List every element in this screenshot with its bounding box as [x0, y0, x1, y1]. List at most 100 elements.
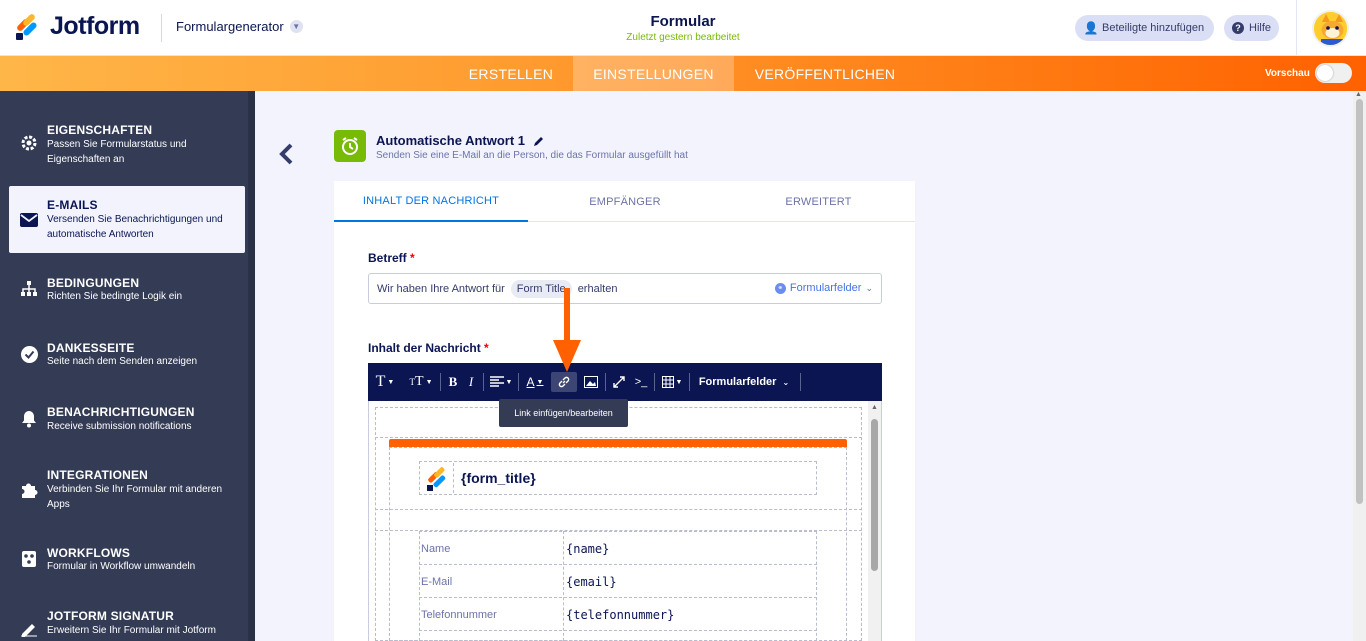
- frame-line: [563, 531, 564, 641]
- message-label-text: Inhalt der Nachricht: [368, 341, 481, 355]
- toolbar-form-fields-dropdown[interactable]: Formularfelder ⌄: [696, 372, 792, 392]
- field-value-name: {name}: [566, 542, 610, 556]
- add-participants-label: Beteiligte hinzufügen: [1102, 22, 1205, 34]
- field-value-phone: {telefonnummer}: [566, 608, 675, 622]
- field-value-email: {email}: [566, 575, 617, 589]
- chevron-down-icon: ⌄: [865, 282, 873, 293]
- image-icon[interactable]: [582, 372, 600, 392]
- toolbar-form-fields-label: Formularfelder: [698, 376, 777, 388]
- back-button[interactable]: [276, 142, 296, 166]
- sidebar-item-title: JOTFORM SIGNATUR: [47, 609, 174, 623]
- font-family-button[interactable]: T ▼: [374, 372, 396, 392]
- subject-form-fields-dropdown[interactable]: ⚭ Formularfelder ⌄: [774, 282, 873, 294]
- sidebar-item-desc: Passen Sie Formularstatus und Eigenschaf…: [47, 139, 187, 165]
- bell-icon: [19, 409, 39, 429]
- main-scrollbar[interactable]: ▲: [1353, 91, 1366, 641]
- tab-advanced[interactable]: ERWEITERT: [722, 181, 915, 222]
- subject-suffix: erhalten: [577, 282, 618, 295]
- tab-settings[interactable]: EINSTELLUNGEN: [573, 56, 734, 91]
- align-button[interactable]: ▼: [488, 372, 514, 392]
- autoresponder-title: Automatische Antwort 1: [376, 133, 545, 148]
- sidebar-item-title: BENACHRICHTIGUNGEN: [47, 405, 195, 419]
- editor-scroll-thumb[interactable]: [871, 419, 878, 571]
- toolbar-separator: [654, 373, 655, 391]
- table-icon[interactable]: ▼: [660, 372, 684, 392]
- rich-text-toolbar: T ▼ T T ▼ B I ▼ A ▼ >_ ▼ Formularfelder ⌄: [368, 363, 882, 401]
- annotation-arrow-icon: [553, 288, 581, 374]
- required-marker: *: [410, 251, 415, 265]
- gear-icon: [19, 133, 39, 153]
- jotform-logo[interactable]: Jotform: [15, 12, 140, 41]
- form-title[interactable]: Formular: [583, 13, 783, 30]
- editor-scrollbar[interactable]: ▲: [868, 401, 881, 641]
- text-color-button[interactable]: A ▼: [524, 372, 546, 392]
- source-code-icon[interactable]: >_: [632, 372, 650, 392]
- font-size-button[interactable]: T T ▼: [408, 372, 434, 392]
- main-scroll-thumb[interactable]: [1356, 99, 1363, 504]
- preview-toggle[interactable]: [1315, 63, 1352, 83]
- envelope-icon: [19, 210, 39, 230]
- message-editor[interactable]: {form_title} Name {name} E-Mail {email} …: [368, 401, 882, 641]
- help-button[interactable]: ? Hilfe: [1224, 15, 1280, 41]
- message-label: Inhalt der Nachricht *: [368, 341, 489, 355]
- last-edited-status: Zuletzt gestern bearbeitet: [626, 32, 740, 43]
- tab-recipients[interactable]: EMPFÄNGER: [528, 181, 722, 222]
- question-icon: ?: [1232, 22, 1244, 34]
- add-participants-button[interactable]: 👤 Beteiligte hinzufügen: [1075, 15, 1215, 41]
- sidebar-item-desc: Receive submission notifications: [47, 421, 192, 432]
- sidebar-item-notifications[interactable]: BENACHRICHTIGUNGEN Receive submission no…: [9, 395, 245, 450]
- form-generator-dropdown[interactable]: Formulargenerator ▼: [176, 19, 303, 34]
- settings-sidebar: EIGENSCHAFTEN Passen Sie Formularstatus …: [0, 91, 255, 641]
- scroll-up-icon[interactable]: ▲: [871, 404, 878, 411]
- sidebar-item-workflows[interactable]: WORKFLOWS Formular in Workflow umwandeln: [9, 537, 245, 587]
- sidebar-item-desc: Verbinden Sie Ihr Formular mit anderen A…: [47, 484, 223, 510]
- subject-input[interactable]: Wir haben Ihre Antwort für Form Title er…: [368, 273, 882, 304]
- tab-message-content[interactable]: INHALT DER NACHRICHT: [334, 181, 528, 222]
- sidebar-item-thankyou[interactable]: DANKESSEITE Seite nach dem Senden anzeig…: [9, 332, 245, 382]
- subject-prefix: Wir haben Ihre Antwort für: [377, 282, 505, 295]
- sidebar-item-emails[interactable]: E-MAILS Versenden Sie Benachrichtigungen…: [9, 186, 245, 253]
- pencil-icon[interactable]: [533, 135, 545, 147]
- frame-line: [453, 463, 454, 493]
- fullscreen-icon[interactable]: [610, 372, 628, 392]
- link-tooltip: Link einfügen/bearbeiten: [499, 399, 628, 427]
- field-label-phone: Telefonnummer: [421, 609, 497, 621]
- field-label-email: E-Mail: [421, 576, 453, 588]
- insert-link-button[interactable]: [551, 372, 577, 392]
- sidebar-item-desc: Versenden Sie Benachrichtigungen und aut…: [47, 214, 223, 240]
- tab-publish[interactable]: VERÖFFENTLICHEN: [735, 56, 915, 91]
- jotform-logo-icon: [426, 467, 448, 491]
- toolbar-separator: [518, 373, 519, 391]
- signature-icon: [19, 619, 39, 639]
- toolbar-separator: [689, 373, 690, 391]
- sidebar-item-desc: Erweitern Sie Ihr Formular mit Jotform: [47, 625, 216, 636]
- toolbar-separator: [605, 373, 606, 391]
- sidebar-item-conditions[interactable]: BEDINGUNGEN Richten Sie bedingte Logik e…: [9, 267, 245, 317]
- link-icon: ⚭: [774, 282, 786, 294]
- sidebar-item-title: WORKFLOWS: [47, 546, 131, 560]
- main-navigation: ERSTELLEN EINSTELLUNGEN VERÖFFENTLICHEN …: [0, 56, 1366, 91]
- sidebar-item-properties[interactable]: EIGENSCHAFTEN Passen Sie Formularstatus …: [9, 113, 245, 173]
- italic-button[interactable]: I: [464, 372, 478, 392]
- toggle-knob: [1317, 65, 1333, 81]
- workflow-icon: [19, 549, 39, 569]
- avatar[interactable]: [1312, 10, 1349, 47]
- autoresponder-description: Senden Sie eine E-Mail an die Person, di…: [376, 150, 688, 161]
- bold-button[interactable]: B: [446, 372, 460, 392]
- tab-build[interactable]: ERSTELLEN: [450, 56, 572, 91]
- sidebar-scrollbar[interactable]: [248, 91, 255, 641]
- email-editor-card: INHALT DER NACHRICHT EMPFÄNGER ERWEITERT…: [334, 181, 915, 641]
- toolbar-separator: [440, 373, 441, 391]
- frame-line: [419, 564, 817, 565]
- sidebar-item-title: BEDINGUNGEN: [47, 276, 140, 290]
- sidebar-item-signature[interactable]: JOTFORM SIGNATUR Erweitern Sie Ihr Formu…: [9, 599, 245, 641]
- frame-line: [375, 437, 862, 438]
- email-tabs: INHALT DER NACHRICHT EMPFÄNGER ERWEITERT: [334, 181, 915, 222]
- toolbar-separator: [800, 373, 801, 391]
- field-label-name: Name: [421, 543, 451, 555]
- sidebar-item-desc: Richten Sie bedingte Logik ein: [47, 291, 183, 302]
- scroll-up-icon[interactable]: ▲: [1355, 91, 1362, 98]
- preview-label: Vorschau: [1265, 68, 1310, 79]
- sidebar-item-integrations[interactable]: INTEGRATIONEN Verbinden Sie Ihr Formular…: [9, 458, 245, 523]
- sitemap-icon: [19, 279, 39, 299]
